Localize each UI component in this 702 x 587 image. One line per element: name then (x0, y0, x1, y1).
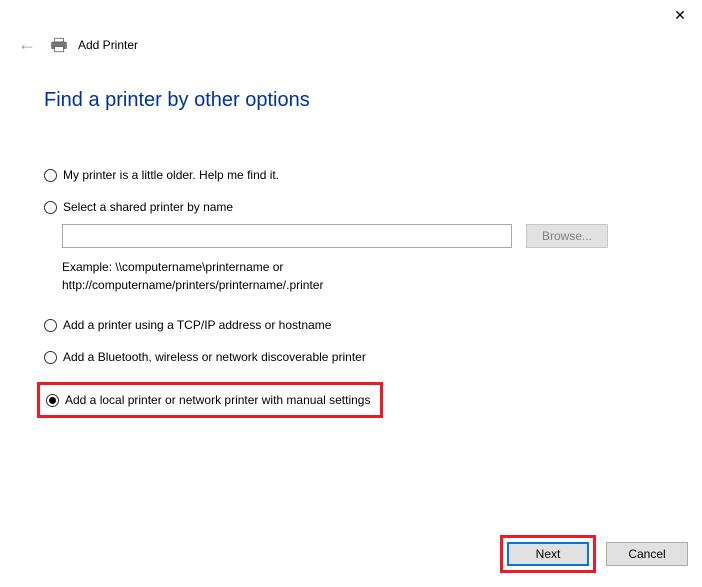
back-arrow-icon[interactable]: ← (14, 32, 40, 57)
titlebar: ✕ (0, 0, 702, 28)
option-label: Add a Bluetooth, wireless or network dis… (63, 350, 366, 364)
option-shared-printer[interactable]: Select a shared printer by name (44, 200, 692, 214)
option-older-printer[interactable]: My printer is a little older. Help me fi… (44, 168, 692, 182)
close-icon: ✕ (674, 7, 686, 24)
printer-icon (50, 37, 68, 53)
radio-icon (44, 351, 57, 364)
radio-icon (44, 201, 57, 214)
dialog-title: Add Printer (78, 38, 138, 52)
shared-subblock: Browse... Example: \\computername\printe… (62, 224, 692, 294)
radio-icon (44, 169, 57, 182)
shared-printer-input[interactable] (62, 224, 512, 248)
highlight-next-button: Next (500, 535, 596, 573)
radio-icon-selected (46, 394, 59, 407)
option-label[interactable]: Add a local printer or network printer w… (65, 393, 370, 407)
cancel-button[interactable]: Cancel (606, 542, 688, 566)
browse-button: Browse... (526, 224, 608, 248)
option-label: Add a printer using a TCP/IP address or … (63, 318, 331, 332)
dialog-footer: Next Cancel (500, 535, 688, 573)
option-bluetooth[interactable]: Add a Bluetooth, wireless or network dis… (44, 350, 692, 364)
page-heading: Find a printer by other options (44, 89, 692, 112)
option-label: My printer is a little older. Help me fi… (63, 168, 279, 182)
close-button[interactable]: ✕ (658, 2, 702, 28)
option-tcpip[interactable]: Add a printer using a TCP/IP address or … (44, 318, 692, 332)
highlight-local-option: Add a local printer or network printer w… (37, 382, 383, 418)
radio-icon (44, 319, 57, 332)
shared-example-text: Example: \\computername\printername or h… (62, 258, 502, 294)
option-label: Select a shared printer by name (63, 200, 233, 214)
shared-input-row: Browse... (62, 224, 692, 248)
dialog-content: Find a printer by other options My print… (0, 65, 702, 418)
dialog-header: ← Add Printer (0, 28, 702, 65)
next-button[interactable]: Next (507, 542, 589, 566)
